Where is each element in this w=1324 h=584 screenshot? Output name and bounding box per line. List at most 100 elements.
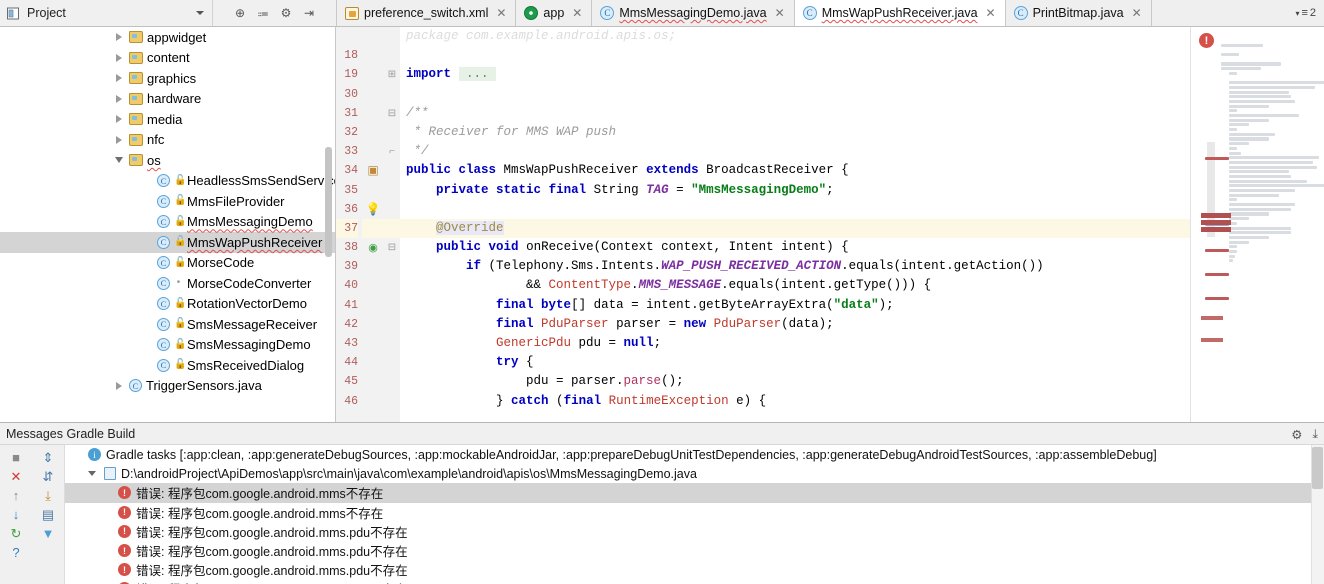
- settings-gear-icon[interactable]: ⚙: [276, 4, 296, 22]
- tree-item[interactable]: C🔓HeadlessSmsSendServicevit: [0, 171, 335, 192]
- code-line[interactable]: final byte[] data = intent.getByteArrayE…: [400, 296, 1190, 315]
- message-row[interactable]: i Gradle tasks [:app:clean, :app:generate…: [65, 445, 1324, 464]
- minimap-error-marker[interactable]: [1205, 249, 1229, 252]
- hide-panel-icon[interactable]: ⤓: [1312, 427, 1318, 442]
- tree-item[interactable]: content: [0, 48, 335, 69]
- tree-item[interactable]: nfc: [0, 130, 335, 151]
- code-line[interactable]: try {: [400, 353, 1190, 372]
- code-line[interactable]: import ...: [400, 65, 1190, 84]
- messages-scrollbar[interactable]: [1311, 445, 1324, 584]
- minimap-error-marker[interactable]: [1205, 273, 1229, 276]
- minimap-error-marker[interactable]: [1201, 213, 1231, 218]
- filter-button[interactable]: ▼: [32, 524, 64, 543]
- editor-tab[interactable]: C PrintBitmap.java ✕: [1005, 0, 1152, 26]
- code-editor[interactable]: 18 19 30 31 32 33 34 35 36 37 38 39 40 41 42 43 44 45 46 ▣…: [336, 27, 1324, 422]
- expand-arrow-icon[interactable]: [112, 381, 125, 390]
- expand-arrow-icon[interactable]: [112, 115, 125, 124]
- fold-toggle-icon[interactable]: ⊟: [384, 238, 400, 257]
- chevron-down-icon[interactable]: [196, 11, 204, 15]
- close-icon[interactable]: ✕: [986, 7, 996, 19]
- code-line[interactable]: */: [400, 142, 1190, 161]
- collapse-all-icon[interactable]: ⩴: [253, 4, 273, 22]
- code-line[interactable]: public void onReceive(Context context, I…: [400, 238, 1190, 257]
- settings-gear-icon[interactable]: ⚙: [1291, 427, 1302, 442]
- close-icon[interactable]: ✕: [1132, 7, 1142, 19]
- minimap-error-marker[interactable]: [1201, 338, 1223, 342]
- expand-arrow-icon[interactable]: [112, 33, 125, 42]
- expand-arrow-icon[interactable]: [112, 74, 125, 83]
- editor-minimap[interactable]: !: [1190, 27, 1324, 422]
- minimap-error-marker[interactable]: [1201, 220, 1231, 225]
- code-line[interactable]: if (Telephony.Sms.Intents.WAP_PUSH_RECEI…: [400, 257, 1190, 276]
- fold-toggle-icon[interactable]: ⊟: [384, 104, 400, 123]
- message-row[interactable]: !错误: 程序包com.google.android.mms.pdu不存在: [65, 560, 1324, 579]
- editor-tab[interactable]: C MmsMessagingDemo.java ✕: [592, 0, 795, 26]
- message-row[interactable]: D:\androidProject\ApiDemos\app\src\main\…: [65, 464, 1324, 483]
- minimap-error-marker[interactable]: [1205, 157, 1229, 160]
- tree-item[interactable]: os: [0, 150, 335, 171]
- next-occurrence-button[interactable]: ↓: [0, 505, 32, 524]
- show-console-button[interactable]: ▤: [32, 505, 64, 524]
- locate-icon[interactable]: ⊕: [230, 4, 250, 22]
- messages-list[interactable]: i Gradle tasks [:app:clean, :app:generate…: [64, 445, 1324, 584]
- close-icon[interactable]: ✕: [775, 7, 785, 19]
- tree-scrollbar-thumb[interactable]: [325, 147, 332, 257]
- code-line[interactable]: [400, 200, 1190, 219]
- class-marker-icon[interactable]: ▣: [362, 161, 384, 180]
- previous-occurrence-button[interactable]: ↑: [0, 486, 32, 505]
- close-icon[interactable]: ✕: [496, 7, 506, 19]
- tab-overflow-control[interactable]: ▾ ≡ 2: [1287, 0, 1324, 26]
- stop-button[interactable]: ■: [0, 448, 32, 467]
- tree-item[interactable]: C TriggerSensors.java: [0, 376, 335, 397]
- editor-tab[interactable]: preference_switch.xml ✕: [337, 0, 517, 26]
- export-to-file-button[interactable]: ⤓: [32, 486, 64, 505]
- message-row[interactable]: !错误: 程序包com.google.android.mms.pdu不存在: [65, 541, 1324, 560]
- message-row[interactable]: !错误: 程序包com.google.android.mms.pdu不存在: [65, 522, 1324, 541]
- code-line[interactable]: private static final String TAG = "MmsMe…: [400, 181, 1190, 200]
- hide-panel-icon[interactable]: ⇥: [299, 4, 319, 22]
- code-line[interactable]: pdu = parser.parse();: [400, 372, 1190, 391]
- expand-arrow-icon[interactable]: [112, 53, 125, 62]
- code-line[interactable]: [400, 46, 1190, 65]
- tree-item[interactable]: C 🔓 SmsReceivedDialog: [0, 355, 335, 376]
- tree-item[interactable]: C 🔓 SmsMessageReceiver: [0, 314, 335, 335]
- project-tree[interactable]: appwidget content graphics hardware media nfc…: [0, 27, 336, 422]
- tree-item[interactable]: C 🔓 MmsMessagingDemo: [0, 212, 335, 233]
- tree-item[interactable]: media: [0, 109, 335, 130]
- code-line[interactable]: @Override: [400, 218, 1190, 239]
- editor-gutter-icons[interactable]: ▣ 💡 ◉: [362, 27, 384, 422]
- code-line[interactable]: final PduParser parser = new PduParser(d…: [400, 315, 1190, 334]
- project-panel-header[interactable]: Project: [0, 0, 212, 26]
- close-icon[interactable]: ✕: [572, 7, 582, 19]
- tree-item[interactable]: C 🔓 MmsWapPushReceiver: [0, 232, 335, 253]
- fold-toggle-icon[interactable]: ⊞: [384, 65, 400, 84]
- editor-fold-column[interactable]: ⊞ ⊟ ⌐ ⊟: [384, 27, 400, 422]
- messages-scrollbar-thumb[interactable]: [1312, 447, 1323, 489]
- expand-arrow-icon[interactable]: [85, 471, 99, 477]
- tree-item[interactable]: C • MorseCodeConverter: [0, 273, 335, 294]
- message-row[interactable]: !错误: 程序包com.google.android.mms.pdu不存在: [65, 579, 1324, 584]
- code-line[interactable]: package com.example.android.apis.os;: [400, 27, 1190, 46]
- code-line[interactable]: * Receiver for MMS WAP push: [400, 123, 1190, 142]
- rerun-button[interactable]: ↻: [0, 524, 32, 543]
- code-line[interactable]: && ContentType.MMS_MESSAGE.equals(intent…: [400, 276, 1190, 295]
- expand-all-button[interactable]: ⇕: [32, 448, 64, 467]
- code-line[interactable]: GenericPdu pdu = null;: [400, 334, 1190, 353]
- message-row[interactable]: ! 错误: 程序包com.google.android.mms不存在: [65, 503, 1324, 522]
- close-button[interactable]: ✕: [0, 467, 32, 486]
- expand-arrow-icon[interactable]: [112, 135, 125, 144]
- tree-item[interactable]: C 🔓 RotationVectorDemo: [0, 294, 335, 315]
- editor-tab[interactable]: app ✕: [516, 0, 593, 26]
- tree-item[interactable]: C 🔓 SmsMessagingDemo: [0, 335, 335, 356]
- editor-code-content[interactable]: package com.example.android.apis.os; impo…: [400, 27, 1190, 422]
- tree-item[interactable]: C 🔓 MorseCode: [0, 253, 335, 274]
- editor-tab[interactable]: C MmsWapPushReceiver.java ✕: [794, 0, 1006, 26]
- code-line[interactable]: /**: [400, 104, 1190, 123]
- minimap-error-marker[interactable]: [1205, 297, 1229, 300]
- tree-item[interactable]: hardware: [0, 89, 335, 110]
- minimap-error-marker[interactable]: [1201, 227, 1231, 232]
- tree-item[interactable]: C 🔓 MmsFileProvider: [0, 191, 335, 212]
- message-row[interactable]: ! 错误: 程序包com.google.android.mms不存在: [65, 483, 1324, 503]
- intention-bulb-icon[interactable]: 💡: [362, 200, 384, 219]
- collapse-all-button[interactable]: ⇵: [32, 467, 64, 486]
